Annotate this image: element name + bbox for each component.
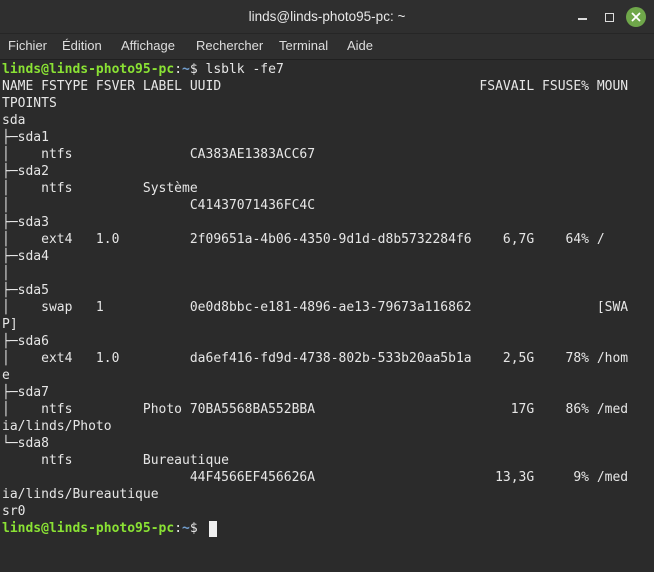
text-cursor xyxy=(209,521,217,537)
header-wrap-line: TPOINTS xyxy=(2,96,57,111)
final-prompt-line: linds@linds-photo95-pc:~$ xyxy=(2,520,206,537)
terminal-output[interactable]: linds@linds-photo95-pc:~$ lsblk -fe7 NAM… xyxy=(0,61,654,572)
output-line: │ ext4 1.0 da6ef416-fd9d-4738-802b-533b2… xyxy=(2,351,629,366)
output-line: ├─sda2 xyxy=(2,164,49,179)
command-line: linds@linds-photo95-pc:~$ lsblk -fe7 xyxy=(2,61,284,78)
minimize-icon[interactable] xyxy=(572,7,592,27)
terminal-window: linds@linds-photo95-pc: ~ Fichier Éditio… xyxy=(0,0,654,572)
output-line: sda xyxy=(2,113,26,128)
prompt-path: ~ xyxy=(182,62,190,77)
output-line: ntfs Bureautique xyxy=(2,453,229,468)
output-line: │ C41437071436FC4C xyxy=(2,198,316,213)
prompt-separator: : xyxy=(174,62,183,77)
menu-bar: Fichier Édition Affichage Rechercher Ter… xyxy=(0,34,654,60)
command-text: lsblk -fe7 xyxy=(205,62,284,77)
output-line: │ ntfs Photo 70BA5568BA552BBA 17G 86% /m… xyxy=(2,402,629,417)
menu-aide[interactable]: Aide xyxy=(347,34,373,60)
prompt-symbol: $ xyxy=(189,62,206,77)
output-line: ├─sda1 xyxy=(2,130,49,145)
output-line: │ ntfs Système xyxy=(2,181,198,196)
close-icon[interactable] xyxy=(626,7,646,27)
output-line: ├─sda7 xyxy=(2,385,49,400)
prompt-user-host: linds@linds-photo95-pc xyxy=(2,62,175,77)
output-line: │ ntfs CA383AE1383ACC67 xyxy=(2,147,316,162)
final-prompt-path: ~ xyxy=(182,521,190,536)
output-line: ├─sda4 xyxy=(2,249,49,264)
output-line: └─sda8 xyxy=(2,436,49,451)
final-prompt-separator: : xyxy=(174,521,183,536)
output-line: 44F4566EF456626A 13,3G 9% /med xyxy=(2,470,629,485)
title-bar[interactable]: linds@linds-photo95-pc: ~ xyxy=(0,0,654,34)
header-line: NAME FSTYPE FSVER LABEL UUID FSAVAIL FSU… xyxy=(2,79,629,94)
output-line: │ xyxy=(2,266,10,281)
final-prompt-symbol: $ xyxy=(189,521,206,536)
output-line: │ swap 1 0e0d8bbc-e181-4896-ae13-79673a1… xyxy=(2,300,629,315)
output-line: ├─sda6 xyxy=(2,334,49,349)
output-line: ├─sda3 xyxy=(2,215,49,230)
menu-terminal[interactable]: Terminal xyxy=(279,34,328,60)
output-line: │ ext4 1.0 2f09651a-4b06-4350-9d1d-d8b57… xyxy=(2,232,605,247)
output-line: P] xyxy=(2,317,18,332)
menu-rechercher[interactable]: Rechercher xyxy=(196,34,263,60)
menu-edition[interactable]: Édition xyxy=(62,34,102,60)
output-line: ia/linds/Bureautique xyxy=(2,487,159,502)
maximize-icon[interactable] xyxy=(599,7,619,27)
window-title: linds@linds-photo95-pc: ~ xyxy=(248,9,406,24)
output-line: ├─sda5 xyxy=(2,283,49,298)
menu-affichage[interactable]: Affichage xyxy=(121,34,175,60)
output-line: ia/linds/Photo xyxy=(2,419,112,434)
output-line: e xyxy=(2,368,10,383)
output-line: sr0 xyxy=(2,504,26,519)
final-prompt-user-host: linds@linds-photo95-pc xyxy=(2,521,175,536)
menu-fichier[interactable]: Fichier xyxy=(8,34,47,60)
